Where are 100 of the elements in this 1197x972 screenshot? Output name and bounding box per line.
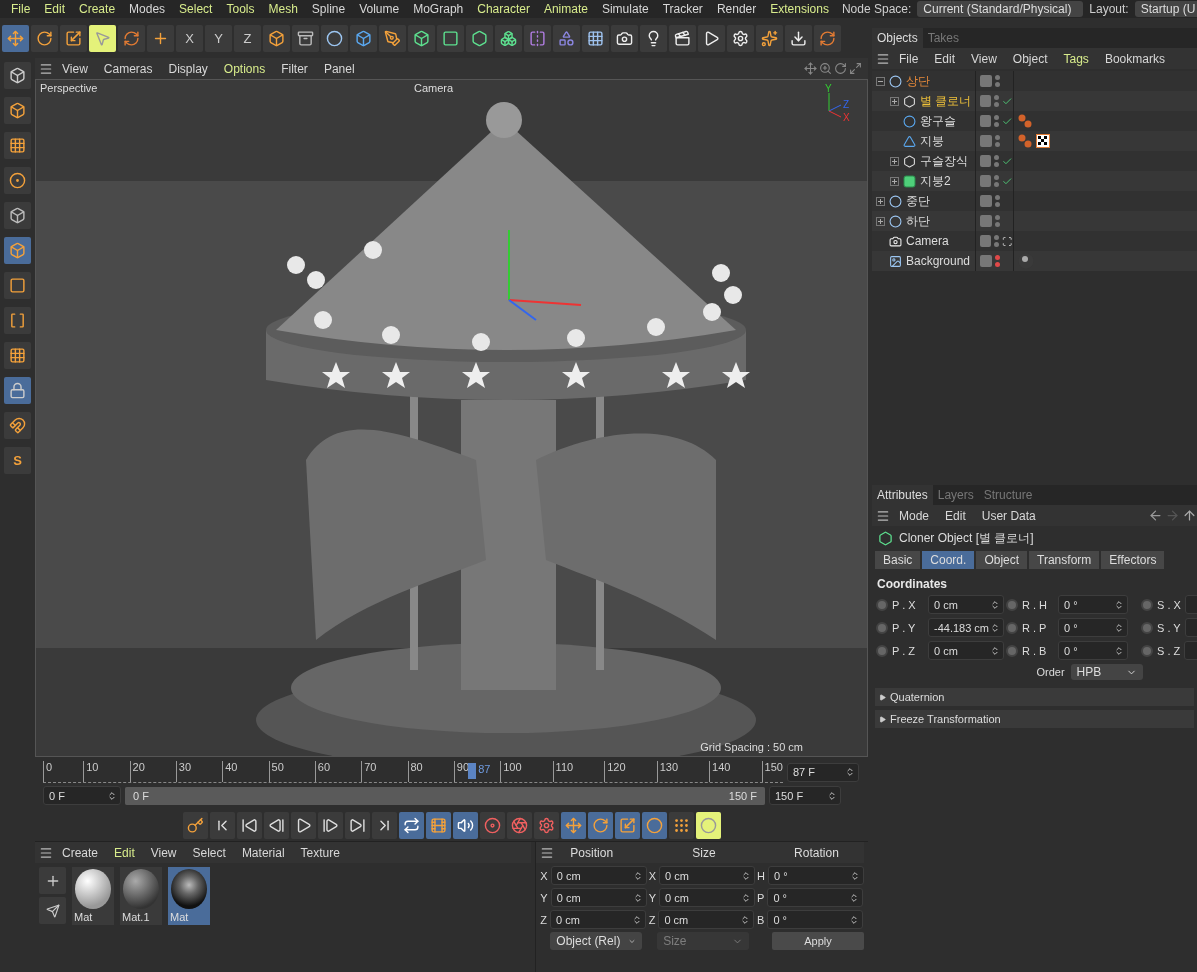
burst-tool-button[interactable] xyxy=(756,24,783,52)
axis-tool-button[interactable]: Z xyxy=(234,24,261,52)
mode-dropdown[interactable]: Object (Rel) xyxy=(550,932,643,950)
menu-item[interactable]: Tracker xyxy=(655,2,710,16)
visibility-dots-icon[interactable] xyxy=(995,215,1000,227)
end-frame-field[interactable]: 150 F xyxy=(769,786,841,805)
last-tool-button[interactable] xyxy=(371,811,397,839)
start-frame-field[interactable]: 0 F xyxy=(43,786,121,805)
deformer-tool-button[interactable] xyxy=(553,24,580,52)
menu-icon[interactable] xyxy=(39,61,53,76)
coordinate-field[interactable]: 0 cm xyxy=(550,888,647,907)
subdivision-tool-button[interactable] xyxy=(437,24,464,52)
menu-item[interactable]: MoGraph xyxy=(406,2,471,16)
model-tool-button[interactable] xyxy=(4,97,31,124)
viewport[interactable]: Perspective Camera Y Z X Grid Spacing : 50 cm xyxy=(35,79,868,757)
polygons-tool-button[interactable] xyxy=(4,237,31,264)
object-menu-item[interactable]: View xyxy=(964,51,1004,66)
attributes-menu-item[interactable]: User Data xyxy=(974,508,1043,523)
spinner-icon[interactable] xyxy=(1114,599,1124,610)
object-row[interactable]: Background xyxy=(872,251,1197,271)
menu-item[interactable]: Tools xyxy=(219,2,262,16)
menu-item[interactable]: Create xyxy=(72,2,123,16)
material-menu-item[interactable]: Material xyxy=(234,845,292,860)
spinner-icon[interactable] xyxy=(740,914,751,925)
visibility-dots-icon[interactable] xyxy=(994,235,1000,247)
menu-item[interactable]: Mesh xyxy=(261,2,305,16)
floor-tool-button[interactable] xyxy=(582,24,609,52)
render-tool-button[interactable] xyxy=(698,24,725,52)
viewport-menu-item[interactable]: Cameras xyxy=(96,61,160,76)
menu-item[interactable]: Extensions xyxy=(763,2,836,16)
layout-dropdown[interactable]: Startup (U xyxy=(1134,1,1197,17)
collapsible-group[interactable]: Freeze Transformation xyxy=(875,710,1194,728)
menu-icon[interactable] xyxy=(876,51,890,66)
attribute-tab[interactable]: Object xyxy=(976,551,1028,569)
edges-tool-button[interactable] xyxy=(4,202,31,229)
next-key-tool-button[interactable] xyxy=(344,811,370,839)
parameter-field[interactable]: 0 cm xyxy=(928,595,1004,614)
cloner-tool-button[interactable] xyxy=(466,24,493,52)
layer-box-icon[interactable] xyxy=(980,115,992,127)
coordinate-field[interactable]: 0 cm xyxy=(658,910,755,929)
pan-icon[interactable] xyxy=(804,62,817,75)
parameter-field[interactable]: 0 ° xyxy=(1058,618,1128,637)
layer-box-icon[interactable] xyxy=(980,155,992,167)
animate-radio[interactable] xyxy=(1141,598,1153,611)
layer-box-icon[interactable] xyxy=(980,175,992,187)
scale-tool-button[interactable] xyxy=(614,811,640,839)
spinner-icon[interactable] xyxy=(741,892,752,903)
object-menu-item[interactable]: Tags xyxy=(1056,51,1096,66)
archive-tool-button[interactable] xyxy=(292,24,319,52)
add-tool-button[interactable] xyxy=(147,24,174,52)
rotate-tool-button[interactable] xyxy=(31,24,58,52)
coordinate-field[interactable]: 0 cm xyxy=(659,888,756,907)
collapsible-group[interactable]: Quaternion xyxy=(875,688,1194,706)
editable-tool-button[interactable] xyxy=(4,62,31,89)
param-tool-button[interactable] xyxy=(641,811,667,839)
apply-button[interactable]: Apply xyxy=(772,932,864,950)
expand-icon[interactable] xyxy=(890,156,899,166)
attribute-tab[interactable]: Transform xyxy=(1029,551,1100,569)
material-menu-item[interactable]: Create xyxy=(55,845,106,860)
object-menu-item[interactable]: Bookmarks xyxy=(1097,51,1172,66)
layer-box-icon[interactable] xyxy=(980,95,992,107)
coordinate-field[interactable]: 0 ° xyxy=(767,910,864,929)
coords-tool-button[interactable] xyxy=(263,24,290,52)
spinner-icon[interactable] xyxy=(850,870,860,881)
attribute-tab[interactable]: Coord. xyxy=(922,551,975,569)
menu-icon[interactable] xyxy=(39,845,53,860)
animate-radio[interactable] xyxy=(1141,644,1153,657)
record-tool-button[interactable] xyxy=(479,811,505,839)
generator-tool-button[interactable] xyxy=(408,24,435,52)
visibility-dots-icon[interactable] xyxy=(994,175,1000,187)
key-tool-button[interactable] xyxy=(182,811,208,839)
expand-icon[interactable] xyxy=(876,196,885,206)
menu-item[interactable]: Simulate xyxy=(594,2,656,16)
menu-item[interactable]: Character xyxy=(470,2,537,16)
apply-material-button[interactable] xyxy=(39,897,66,924)
attributes-menu-item[interactable]: Edit xyxy=(938,508,973,523)
check-icon[interactable] xyxy=(1002,115,1013,127)
points-tool-button[interactable] xyxy=(4,167,31,194)
menu-item[interactable]: Edit xyxy=(37,2,73,16)
object-menu-item[interactable]: Edit xyxy=(927,51,963,66)
visibility-dots-icon[interactable] xyxy=(994,95,1000,107)
rotate-tool-button[interactable] xyxy=(587,811,613,839)
add-material-button[interactable] xyxy=(39,867,66,894)
visibility-dots-icon[interactable] xyxy=(994,115,1000,127)
zoom-icon[interactable] xyxy=(819,62,832,75)
object-row[interactable]: 지붕 xyxy=(872,131,1197,151)
spinner-icon[interactable] xyxy=(990,599,1000,610)
parameter-field[interactable]: 0 cm xyxy=(928,641,1004,660)
material-menu-item[interactable]: Texture xyxy=(293,845,347,860)
current-frame-field[interactable]: 87 F xyxy=(787,762,859,782)
magnet-tool-button[interactable] xyxy=(4,412,31,439)
object-row[interactable]: 지붕2 xyxy=(872,171,1197,191)
clapper-tool-button[interactable] xyxy=(669,24,696,52)
spinner-icon[interactable] xyxy=(849,892,860,903)
menu-item[interactable]: Render xyxy=(709,2,764,16)
frame-range-slider[interactable]: 0 F 150 F xyxy=(125,786,765,805)
parameter-field[interactable]: 0 ° xyxy=(1058,595,1128,614)
object-menu-item[interactable]: File xyxy=(892,51,926,66)
attribute-tab[interactable]: Basic xyxy=(875,551,921,569)
collapse-icon[interactable] xyxy=(876,76,885,86)
